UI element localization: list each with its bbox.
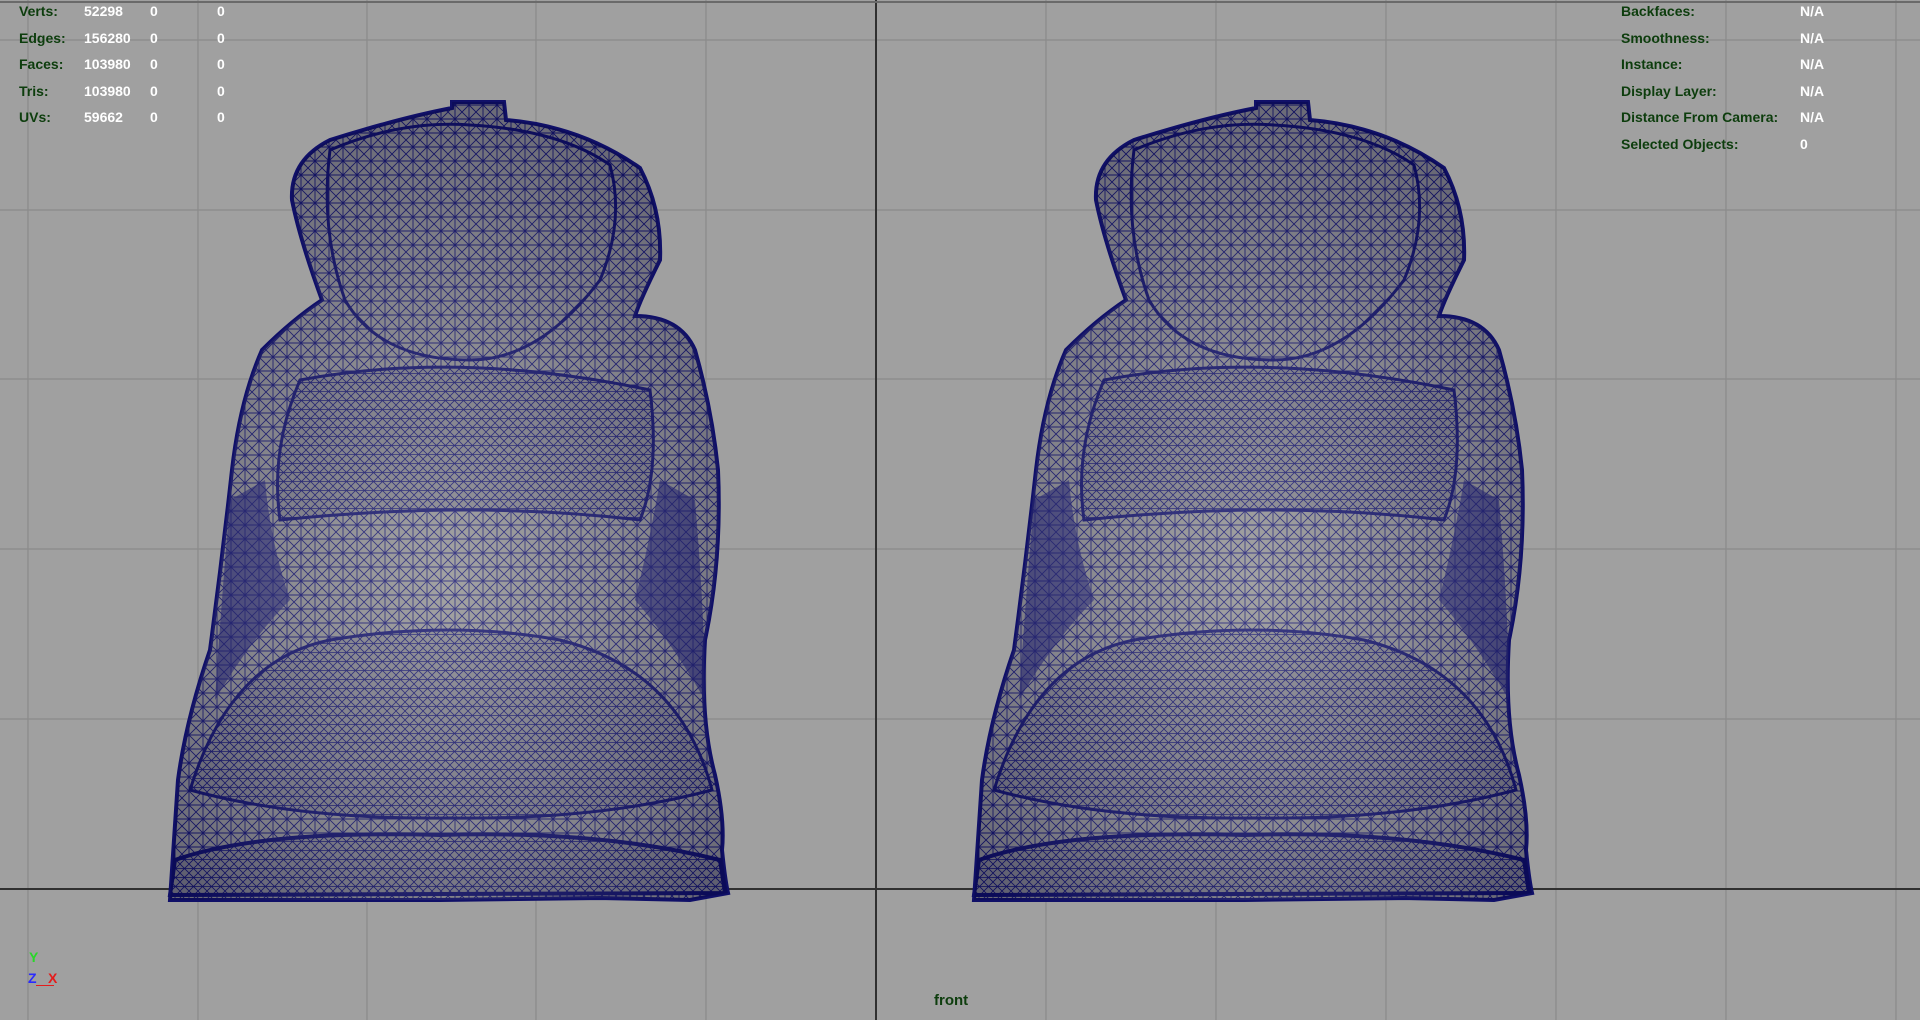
hud-value: 0 [150, 56, 158, 72]
hud-value: 156280 [84, 29, 131, 46]
hud-value: 52298 [84, 3, 123, 19]
hud-row-smoothness: Smoothness: N/A [1621, 25, 1911, 52]
hud-value: 0 [150, 82, 158, 99]
hud-value: 0 [217, 109, 225, 125]
y-axis-label: Y [29, 949, 39, 965]
hud-row-selected-objects: Selected Objects: 0 [1621, 131, 1911, 158]
hud-value: 103980 [84, 56, 131, 72]
hud-value: N/A [1800, 109, 1825, 125]
hud-label: Display Layer: [1621, 82, 1717, 99]
hud-label: Backfaces: [1621, 3, 1695, 19]
camera-name-label: front [934, 992, 969, 1009]
hud-label: Selected Objects: [1621, 135, 1739, 152]
hud-value: 0 [1800, 135, 1808, 152]
x-axis-label: X [48, 970, 58, 986]
view-axis-gizmo: Y Z X [26, 949, 66, 991]
hud-value: 0 [150, 3, 158, 19]
shoe-mesh-left[interactable] [168, 100, 730, 902]
maya-viewport[interactable]: Verts: 52298 0 0 Edges: 156280 0 0 Faces: 103980 0… [0, 0, 1920, 1020]
hud-row-display-layer: Display Layer: N/A [1621, 78, 1911, 105]
hud-value: N/A [1800, 56, 1825, 72]
hud-value: 0 [150, 29, 158, 46]
hud-label: Edges: [19, 29, 66, 46]
hud-value: 0 [217, 3, 225, 19]
hud-label: Faces: [19, 56, 64, 72]
hud-row-distance-from-camera: Distance From Camera: N/A [1621, 104, 1911, 131]
hud-value: 0 [217, 82, 225, 99]
hud-label: Distance From Camera: [1621, 109, 1779, 125]
shoe-mesh-right[interactable] [972, 100, 1534, 902]
hud-value: 0 [150, 109, 158, 125]
hud-label: UVs: [19, 109, 51, 125]
hud-row-instance: Instance: N/A [1621, 51, 1911, 78]
object-details-hud: Backfaces: N/A Smoothness: N/A Instance: N/A D… [1621, 0, 1911, 157]
hud-value: 59662 [84, 109, 123, 125]
hud-label: Instance: [1621, 56, 1683, 72]
hud-value: 103980 [84, 82, 131, 99]
hud-value: 0 [217, 29, 225, 46]
hud-value: 0 [217, 56, 225, 72]
hud-value: N/A [1800, 82, 1825, 99]
hud-label: Verts: [19, 3, 58, 19]
hud-label: Tris: [19, 82, 49, 99]
hud-row-backfaces: Backfaces: N/A [1621, 0, 1911, 25]
hud-value: N/A [1800, 3, 1825, 19]
z-axis-label: Z [28, 970, 37, 986]
x-axis-line [36, 985, 54, 986]
hud-value: N/A [1800, 29, 1825, 46]
hud-label: Smoothness: [1621, 29, 1710, 46]
